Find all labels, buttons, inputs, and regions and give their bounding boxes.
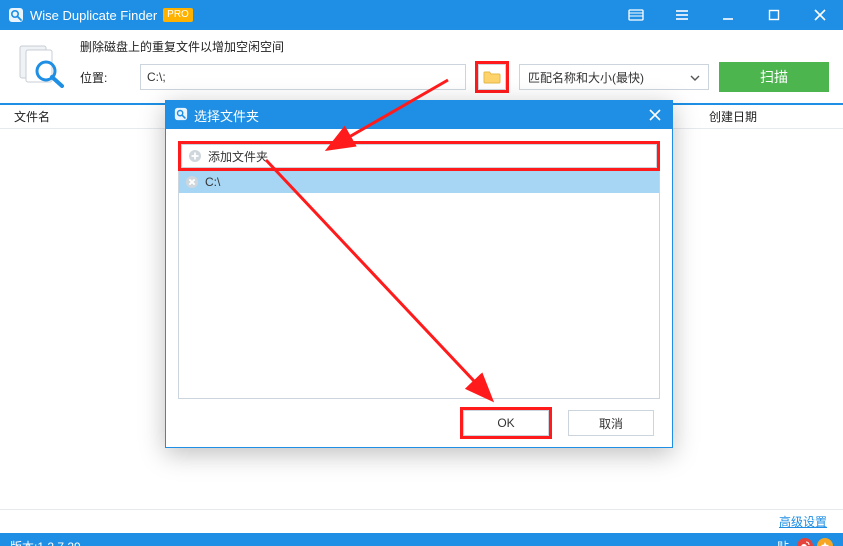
ok-button[interactable]: OK <box>463 410 549 436</box>
remove-folder-icon[interactable] <box>185 175 199 189</box>
search-illustration-icon <box>14 42 70 90</box>
top-search-bar: 删除磁盘上的重复文件以增加空闲空间 位置: 匹配名称和大小(最快) <box>0 30 843 105</box>
folder-item-path: C:\ <box>205 175 220 189</box>
match-mode-value: 匹配名称和大小(最快) <box>528 69 644 86</box>
add-folder-button[interactable]: 添加文件夹 <box>181 144 657 168</box>
match-mode-select[interactable]: 匹配名称和大小(最快) <box>519 64 709 90</box>
app-logo-icon <box>8 7 24 23</box>
titlebar: Wise Duplicate Finder PRO <box>0 0 843 30</box>
app-title: Wise Duplicate Finder <box>30 8 157 23</box>
maximize-button[interactable] <box>751 0 797 30</box>
statusbar: 版本:1.2.7.29 贴 <box>0 533 843 546</box>
select-folder-dialog: 选择文件夹 添加文件夹 C:\ OK <box>165 100 673 448</box>
folder-list: C:\ <box>178 171 660 399</box>
titlebar-menu-button[interactable] <box>659 0 705 30</box>
annotation-highlight-folder-button <box>475 61 509 93</box>
add-folder-label: 添加文件夹 <box>208 148 268 165</box>
dialog-title: 选择文件夹 <box>194 106 259 125</box>
annotation-highlight-add-folder: 添加文件夹 <box>178 141 660 171</box>
dialog-logo-icon <box>174 107 188 124</box>
annotation-highlight-ok-button: OK <box>460 407 552 439</box>
column-create-date[interactable]: 创建日期 <box>709 108 829 125</box>
pro-badge: PRO <box>163 8 193 22</box>
ok-button-label: OK <box>497 416 514 430</box>
cancel-button-label: 取消 <box>599 415 623 432</box>
path-input[interactable] <box>140 64 466 90</box>
browse-folder-button[interactable] <box>478 64 506 90</box>
chevron-down-icon <box>690 70 700 84</box>
share-generic-icon[interactable] <box>817 538 833 546</box>
titlebar-lang-button[interactable] <box>613 0 659 30</box>
version-label: 版本:1.2.7.29 <box>10 538 81 546</box>
plus-icon <box>188 149 202 163</box>
share-label: 贴 <box>777 538 789 546</box>
advanced-settings-link[interactable]: 高级设置 <box>779 513 827 530</box>
scan-button[interactable]: 扫描 <box>719 62 829 92</box>
dialog-footer: OK 取消 <box>166 399 672 447</box>
close-button[interactable] <box>797 0 843 30</box>
minimize-button[interactable] <box>705 0 751 30</box>
location-label: 位置: <box>80 69 130 86</box>
folder-icon <box>483 70 501 84</box>
scan-button-label: 扫描 <box>760 67 788 87</box>
description-text: 删除磁盘上的重复文件以增加空闲空间 <box>80 38 829 55</box>
folder-item[interactable]: C:\ <box>179 171 659 193</box>
dialog-titlebar: 选择文件夹 <box>166 101 672 129</box>
dialog-close-button[interactable] <box>638 101 672 129</box>
footer-link-row: 高级设置 <box>0 509 843 533</box>
weibo-share-icon[interactable] <box>797 538 813 546</box>
cancel-button[interactable]: 取消 <box>568 410 654 436</box>
